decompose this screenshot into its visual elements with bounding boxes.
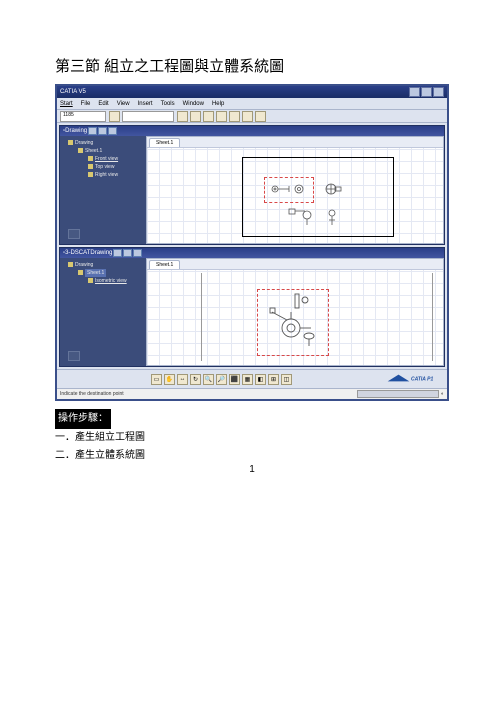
tool-icon[interactable]: ↔ [177, 374, 188, 385]
tree-sheet-selected[interactable]: Sheet.1 [85, 269, 106, 277]
statusbar: Indicate the destination point ◐ [57, 388, 447, 399]
status-text: Indicate the destination point [60, 391, 124, 397]
tool-icon[interactable]: ▭ [151, 374, 162, 385]
spec-tree[interactable]: Drawing Sheet.1 Isometric view [60, 258, 146, 366]
tab-sheet1[interactable]: Sheet.1 [149, 138, 180, 147]
tool-btn[interactable] [229, 111, 240, 122]
maximize-icon[interactable] [421, 87, 432, 97]
toolbar-top: 1185 [57, 110, 447, 123]
sw-close-icon[interactable] [133, 249, 142, 257]
drawing-canvas-2[interactable]: Sheet.1 [146, 258, 444, 366]
tabstrip: Sheet.1 [147, 137, 443, 148]
scale-combo[interactable]: 1185 [60, 111, 106, 122]
iso-part-sketch [267, 292, 322, 355]
tool-btn[interactable] [255, 111, 266, 122]
menu-file[interactable]: File [81, 101, 91, 107]
menu-view[interactable]: View [117, 101, 130, 107]
tree-root[interactable]: Drawing [75, 140, 93, 146]
app-title: CATIA V5 [60, 89, 86, 95]
section-title: 第三節 組立之工程圖與立體系統圖 [55, 55, 449, 76]
tool-btn[interactable] [216, 111, 227, 122]
part-sketch [321, 179, 343, 204]
tool-btn[interactable] [242, 111, 253, 122]
menu-window[interactable]: Window [183, 101, 204, 107]
subwindow-isometric: ▫ 3-DSCATDrawing Drawing Sheet.1 Isometr… [59, 247, 445, 367]
catia-window: CATIA V5 Start File Edit View Insert Too… [55, 84, 449, 401]
tree-root[interactable]: Drawing [75, 262, 93, 268]
tool-icon[interactable]: ◧ [255, 374, 266, 385]
view-normal-icon[interactable]: ⬛ [229, 374, 240, 385]
tool-icon[interactable]: ✋ [164, 374, 175, 385]
sw-min-icon[interactable] [113, 249, 122, 257]
catia-logo: CATIA P1 [294, 370, 445, 388]
compass-icon[interactable] [68, 229, 80, 239]
sw-min-icon[interactable] [88, 127, 97, 135]
subwindow-drawing: ▫ Drawing Drawing Sheet.1 Front view Top… [59, 125, 445, 245]
subwindow-title: 3-DSCATDrawing [65, 250, 112, 256]
bottom-toolbar: ▭ ✋ ↔ ↻ 🔍 🔎 ⬛ ▦ ◧ ⊞ ◫ CATIA P1 [57, 369, 447, 388]
tool-icon[interactable]: ⊞ [268, 374, 279, 385]
menu-edit[interactable]: Edit [98, 101, 108, 107]
status-icon: ◐ [441, 391, 444, 397]
tree-rightview[interactable]: Right view [95, 172, 118, 178]
titlebar: CATIA V5 [57, 86, 447, 98]
tab-sheet1[interactable]: Sheet.1 [149, 260, 180, 269]
tool-icon[interactable]: ▦ [242, 374, 253, 385]
tree-frontview[interactable]: Front view [95, 156, 118, 162]
zoom-out-icon[interactable]: 🔎 [216, 374, 227, 385]
tool-icon[interactable]: ↻ [190, 374, 201, 385]
sw-max-icon[interactable] [123, 249, 132, 257]
tabstrip: Sheet.1 [147, 259, 443, 270]
tree-sheet[interactable]: Sheet.1 [85, 148, 102, 154]
menu-help[interactable]: Help [212, 101, 224, 107]
step-2: 二．產生立體系統圖 [55, 450, 145, 461]
svg-text:CATIA P1: CATIA P1 [411, 377, 433, 383]
menubar: Start File Edit View Insert Tools Window… [57, 98, 447, 110]
spec-tree[interactable]: Drawing Sheet.1 Front view Top view Righ… [60, 136, 146, 244]
zoom-in-icon[interactable]: 🔍 [203, 374, 214, 385]
tree-isoview[interactable]: Isometric view [95, 278, 127, 284]
sw-max-icon[interactable] [98, 127, 107, 135]
compass-icon[interactable] [68, 351, 80, 361]
subwindow-titlebar: ▫ Drawing [60, 126, 444, 136]
subwindow-title: Drawing [65, 128, 87, 134]
tool-btn[interactable] [177, 111, 188, 122]
tree-topview[interactable]: Top view [95, 164, 114, 170]
step-1: 一．產生組立工程圖 [55, 432, 145, 443]
steps-header: 操作步驟： [55, 409, 111, 429]
subwindow-titlebar: ▫ 3-DSCATDrawing [60, 248, 444, 258]
close-icon[interactable] [433, 87, 444, 97]
steps-section: 操作步驟： 一．產生組立工程圖 二．產生立體系統圖 [55, 409, 449, 465]
part-sketch [287, 205, 317, 232]
tool-btn[interactable] [190, 111, 201, 122]
menu-tools[interactable]: Tools [161, 101, 175, 107]
page-number: 1 [0, 464, 504, 475]
sw-close-icon[interactable] [108, 127, 117, 135]
part-sketch [323, 207, 341, 232]
tool-btn[interactable] [203, 111, 214, 122]
part-sketch [269, 179, 309, 204]
style-combo[interactable] [122, 111, 174, 122]
drawing-frame [201, 273, 203, 361]
drawing-canvas-1[interactable]: Sheet.1 [146, 136, 444, 244]
minimize-icon[interactable] [409, 87, 420, 97]
menu-insert[interactable]: Insert [138, 101, 153, 107]
progress-bar [357, 390, 439, 398]
tool-btn[interactable] [109, 111, 120, 122]
menu-start[interactable]: Start [60, 101, 73, 107]
tool-icon[interactable]: ◫ [281, 374, 292, 385]
